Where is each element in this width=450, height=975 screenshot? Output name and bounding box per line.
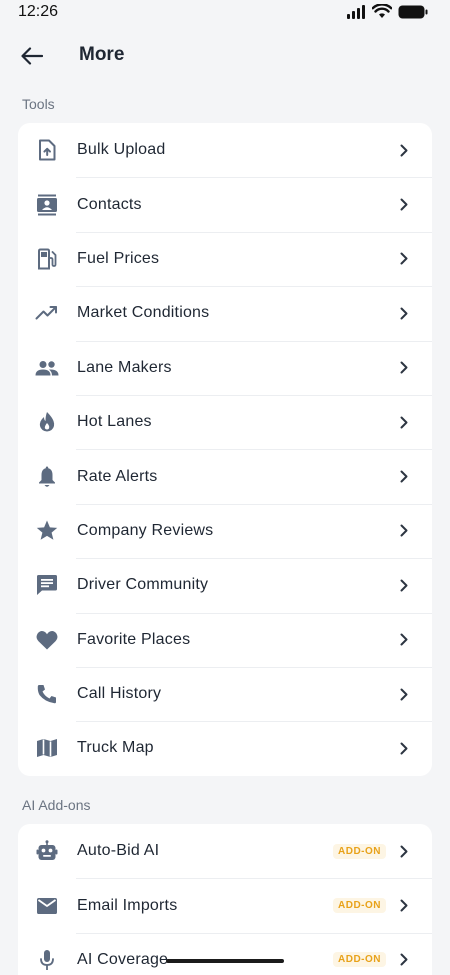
menu-item-label: AI Coverage	[77, 950, 169, 968]
menu-item-label: Favorite Places	[77, 630, 191, 648]
ai-addons-card: Auto-Bid AI ADD-ON Email Imports ADD-ON …	[18, 824, 432, 975]
microphone-icon	[35, 948, 59, 972]
chevron-right-icon	[398, 578, 410, 592]
people-icon	[35, 356, 59, 380]
section-label-ai-addons: AI Add-ons	[22, 797, 91, 813]
menu-item-label: Truck Map	[77, 739, 154, 757]
chevron-right-icon	[398, 953, 410, 967]
menu-item-email-imports[interactable]: Email Imports ADD-ON	[18, 878, 432, 932]
menu-item-label: Hot Lanes	[77, 413, 152, 431]
addon-badge: ADD-ON	[333, 898, 386, 914]
menu-item-label: Lane Makers	[77, 358, 172, 376]
status-icons	[346, 4, 428, 19]
menu-item-call-history[interactable]: Call History	[18, 666, 432, 721]
bell-icon	[35, 465, 59, 489]
phone-icon	[35, 682, 59, 706]
chevron-right-icon	[398, 143, 410, 157]
trending-up-icon	[35, 301, 59, 325]
menu-item-truck-map[interactable]: Truck Map	[18, 721, 432, 775]
chevron-right-icon	[398, 470, 410, 484]
menu-item-label: Bulk Upload	[77, 141, 166, 159]
chevron-right-icon	[398, 252, 410, 266]
robot-icon	[35, 839, 59, 863]
section-label-tools: Tools	[22, 96, 55, 112]
arrow-left-icon	[21, 47, 43, 65]
status-bar: 12:26	[0, 0, 450, 26]
fuel-pump-icon	[35, 247, 59, 271]
back-button[interactable]	[16, 42, 48, 70]
page-title: More	[79, 44, 125, 65]
chevron-right-icon	[398, 524, 410, 538]
menu-item-label: Auto-Bid AI	[77, 842, 160, 860]
fire-icon	[35, 410, 59, 434]
menu-item-company-reviews[interactable]: Company Reviews	[18, 503, 432, 558]
menu-item-lane-makers[interactable]: Lane Makers	[18, 340, 432, 395]
menu-item-label: Rate Alerts	[77, 467, 158, 485]
star-icon	[35, 519, 59, 543]
chevron-right-icon	[398, 361, 410, 375]
status-time: 12:26	[18, 3, 59, 20]
menu-item-bulk-upload[interactable]: Bulk Upload	[18, 123, 432, 177]
chevron-right-icon	[398, 415, 410, 429]
menu-item-auto-bid-ai[interactable]: Auto-Bid AI ADD-ON	[18, 824, 432, 878]
menu-item-fuel-prices[interactable]: Fuel Prices	[18, 231, 432, 286]
top-app-bar: More	[0, 36, 450, 76]
menu-item-label: Company Reviews	[77, 521, 214, 539]
home-indicator[interactable]	[166, 959, 284, 963]
chat-icon	[35, 573, 59, 597]
heart-icon	[35, 628, 59, 652]
menu-item-driver-community[interactable]: Driver Community	[18, 558, 432, 612]
menu-item-label: Call History	[77, 685, 162, 703]
battery-icon	[398, 5, 428, 18]
menu-item-label: Fuel Prices	[77, 249, 160, 267]
chevron-right-icon	[398, 198, 410, 212]
mail-icon	[35, 894, 59, 918]
menu-item-label: Contacts	[77, 195, 142, 213]
tools-card: Bulk Upload Contacts Fuel Prices Market …	[18, 123, 432, 776]
addon-badge: ADD-ON	[333, 952, 386, 968]
chevron-right-icon	[398, 844, 410, 858]
menu-item-contacts[interactable]: Contacts	[18, 177, 432, 231]
menu-item-favorite-places[interactable]: Favorite Places	[18, 612, 432, 667]
menu-item-label: Email Imports	[77, 896, 178, 914]
signal-icon	[347, 4, 365, 19]
upload-file-icon	[35, 138, 59, 162]
menu-item-rate-alerts[interactable]: Rate Alerts	[18, 449, 432, 503]
chevron-right-icon	[398, 899, 410, 913]
chevron-right-icon	[398, 306, 410, 320]
chevron-right-icon	[398, 687, 410, 701]
menu-item-market-conditions[interactable]: Market Conditions	[18, 286, 432, 340]
wifi-icon	[372, 4, 392, 18]
menu-item-ai-coverage[interactable]: AI Coverage ADD-ON	[18, 932, 432, 975]
menu-item-label: Market Conditions	[77, 304, 210, 322]
menu-item-label: Driver Community	[77, 576, 209, 594]
contacts-icon	[35, 193, 59, 217]
menu-item-hot-lanes[interactable]: Hot Lanes	[18, 394, 432, 449]
addon-badge: ADD-ON	[333, 843, 386, 859]
map-icon	[35, 736, 59, 760]
chevron-right-icon	[398, 633, 410, 647]
chevron-right-icon	[398, 741, 410, 755]
